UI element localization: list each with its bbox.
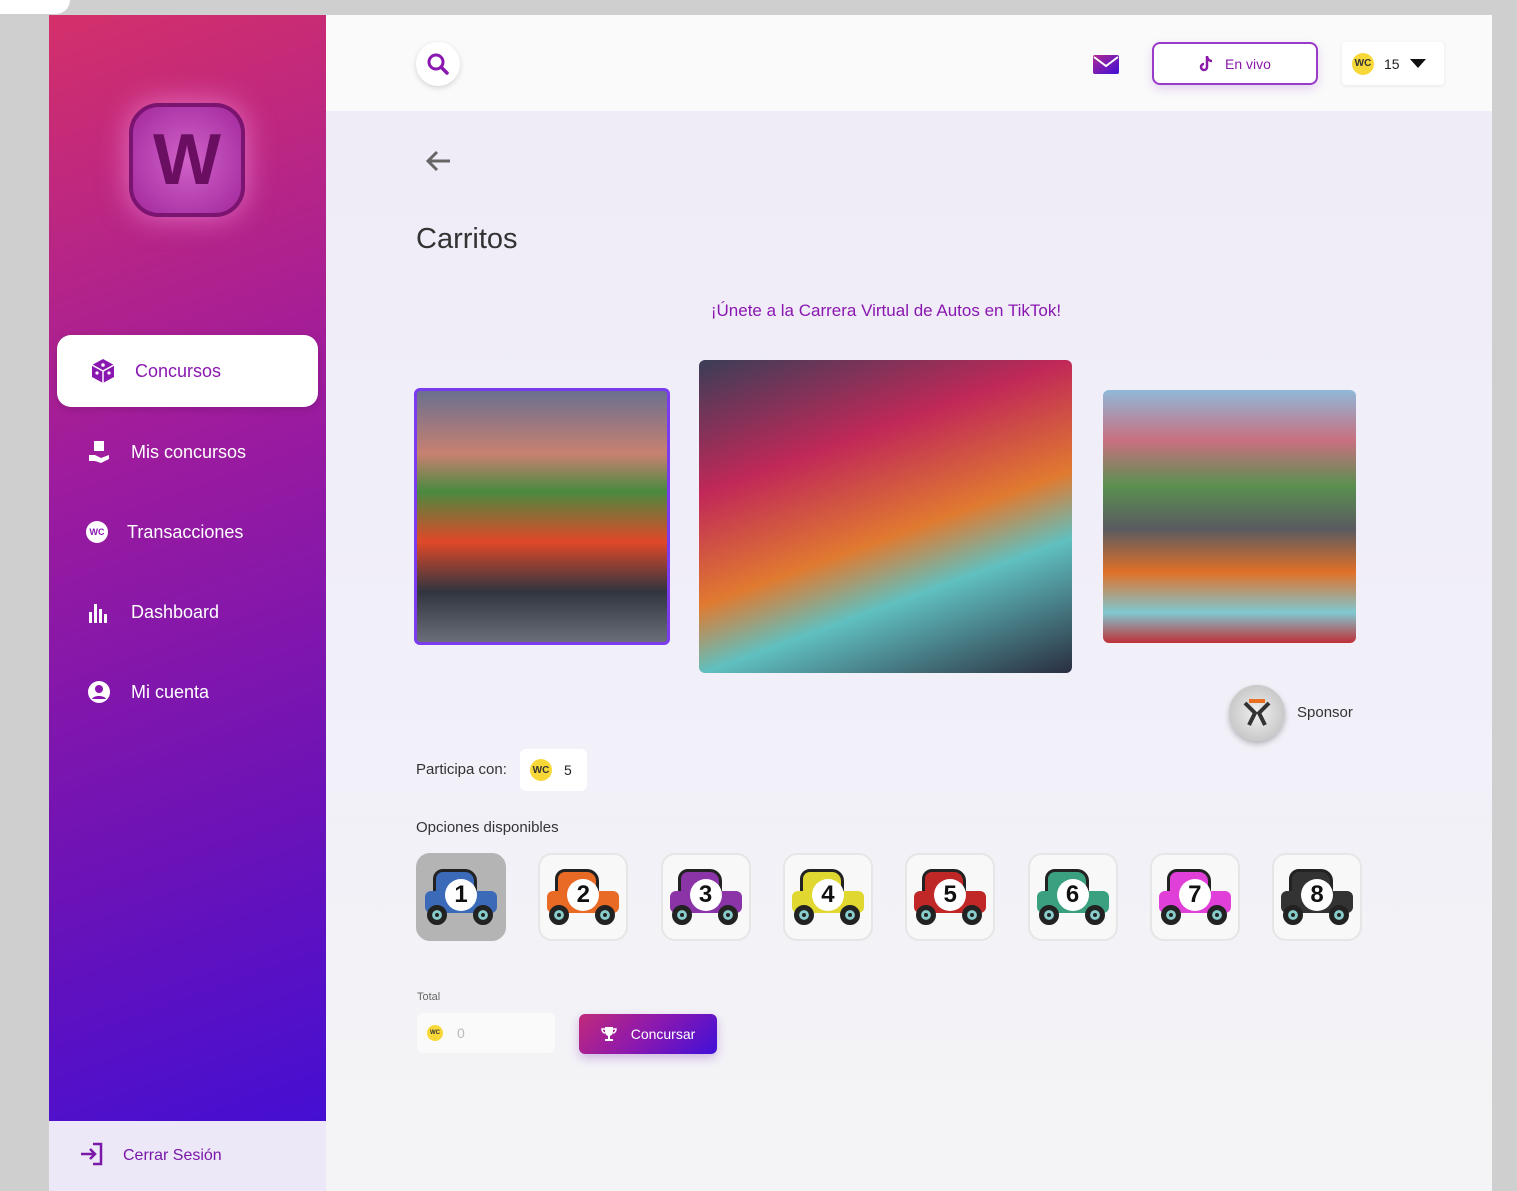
search-button[interactable] (416, 42, 460, 86)
concursar-label: Concursar (630, 1026, 696, 1042)
live-label: En vivo (1225, 55, 1271, 72)
logout-icon (79, 1141, 105, 1172)
app: W Concursos Mis concursos WC Transaccion… (49, 15, 1492, 1191)
sidebar: W Concursos Mis concursos WC Transaccion… (49, 15, 326, 1191)
car-icon: 2 (545, 867, 621, 927)
car-icon: 7 (1157, 867, 1233, 927)
sidebar-item-label: Transacciones (127, 521, 244, 542)
car-icon: 3 (668, 867, 744, 927)
car-option-3[interactable]: 3 (660, 853, 751, 941)
user-circle-icon (85, 678, 113, 706)
bar-chart-icon (85, 598, 113, 626)
car-option-4[interactable]: 4 (782, 853, 873, 941)
hand-box-icon (85, 438, 113, 466)
arrow-left-icon (425, 150, 450, 172)
car-icon: 4 (790, 867, 866, 927)
concursar-button[interactable]: Concursar (579, 1014, 717, 1054)
total-field: WC 0 (417, 1013, 555, 1053)
sidebar-item-label: Mi cuenta (131, 681, 210, 702)
car-number: 6 (1056, 879, 1089, 911)
wc-coin-icon: WC (83, 518, 111, 546)
wc-coin-icon: WC (1352, 52, 1374, 75)
car-icon: 1 (423, 867, 499, 927)
car-number: 8 (1301, 879, 1334, 911)
car-option-6[interactable]: 6 (1027, 853, 1118, 941)
car-number: 5 (934, 879, 967, 911)
car-option-8[interactable]: 8 (1272, 853, 1363, 941)
sidebar-item-label: Concursos (135, 360, 222, 381)
logout-button[interactable]: Cerrar Sesión (49, 1121, 326, 1191)
sidebar-item-label: Mis concursos (131, 441, 247, 462)
car-option-2[interactable]: 2 (538, 853, 629, 941)
car-number: 3 (689, 879, 722, 911)
wc-coin-icon: WC (427, 1025, 443, 1041)
car-icon: 8 (1279, 867, 1355, 927)
car-number: 4 (811, 879, 844, 911)
caret-down-icon (1409, 58, 1426, 68)
live-button[interactable]: En vivo (1152, 42, 1318, 85)
car-option-5[interactable]: 5 (905, 853, 996, 941)
sidebar-item-label: Dashboard (131, 601, 220, 622)
total-label: Total (417, 991, 441, 1003)
tiktok-icon (1199, 55, 1213, 71)
balance-value: 15 (1384, 55, 1400, 72)
total-value: 0 (457, 1025, 465, 1041)
sidebar-item-dashboard[interactable]: Dashboard (57, 576, 318, 648)
balance-dropdown[interactable]: WC 15 (1342, 42, 1444, 85)
car-icon: 6 (1035, 867, 1111, 927)
car-number: 1 (445, 879, 477, 911)
sponsor-label: Sponsor (1297, 704, 1353, 721)
car-option-7[interactable]: 7 (1149, 853, 1240, 941)
mail-icon (1093, 55, 1119, 74)
page-title: Carritos (416, 223, 518, 255)
car-number: 7 (1178, 879, 1211, 911)
main-content: Carritos ¡Únete a la Carrera Virtual de … (326, 111, 1492, 1191)
race-image-2[interactable] (699, 360, 1072, 673)
wc-coin-icon: WC (530, 759, 552, 781)
participate-label: Participa con: (416, 761, 507, 778)
participate-amount: WC 5 (520, 749, 587, 791)
sidebar-item-mis-concursos[interactable]: Mis concursos (57, 416, 318, 488)
trophy-icon (600, 1027, 617, 1041)
top-bar: En vivo WC 15 (326, 15, 1492, 111)
participate-value: 5 (564, 762, 572, 778)
sponsor-logo[interactable] (1229, 685, 1285, 741)
dice-icon (89, 357, 117, 385)
sidebar-item-transacciones[interactable]: WC Transacciones (57, 496, 318, 568)
mail-button[interactable] (1093, 55, 1119, 80)
race-image-3[interactable] (1103, 390, 1356, 643)
car-option-1[interactable]: 1 (416, 853, 506, 941)
options-label: Opciones disponibles (416, 819, 559, 836)
car-icon: 5 (912, 867, 988, 927)
search-icon (427, 53, 449, 75)
logo: W (129, 103, 245, 217)
sidebar-item-concursos[interactable]: Concursos (57, 335, 318, 407)
back-button[interactable] (424, 149, 452, 178)
window-corner (0, 0, 70, 14)
page-subtitle: ¡Únete a la Carrera Virtual de Autos en … (710, 301, 1062, 320)
logout-label: Cerrar Sesión (123, 1147, 222, 1164)
sidebar-item-mi-cuenta[interactable]: Mi cuenta (57, 656, 318, 728)
race-image-1[interactable] (414, 388, 670, 645)
